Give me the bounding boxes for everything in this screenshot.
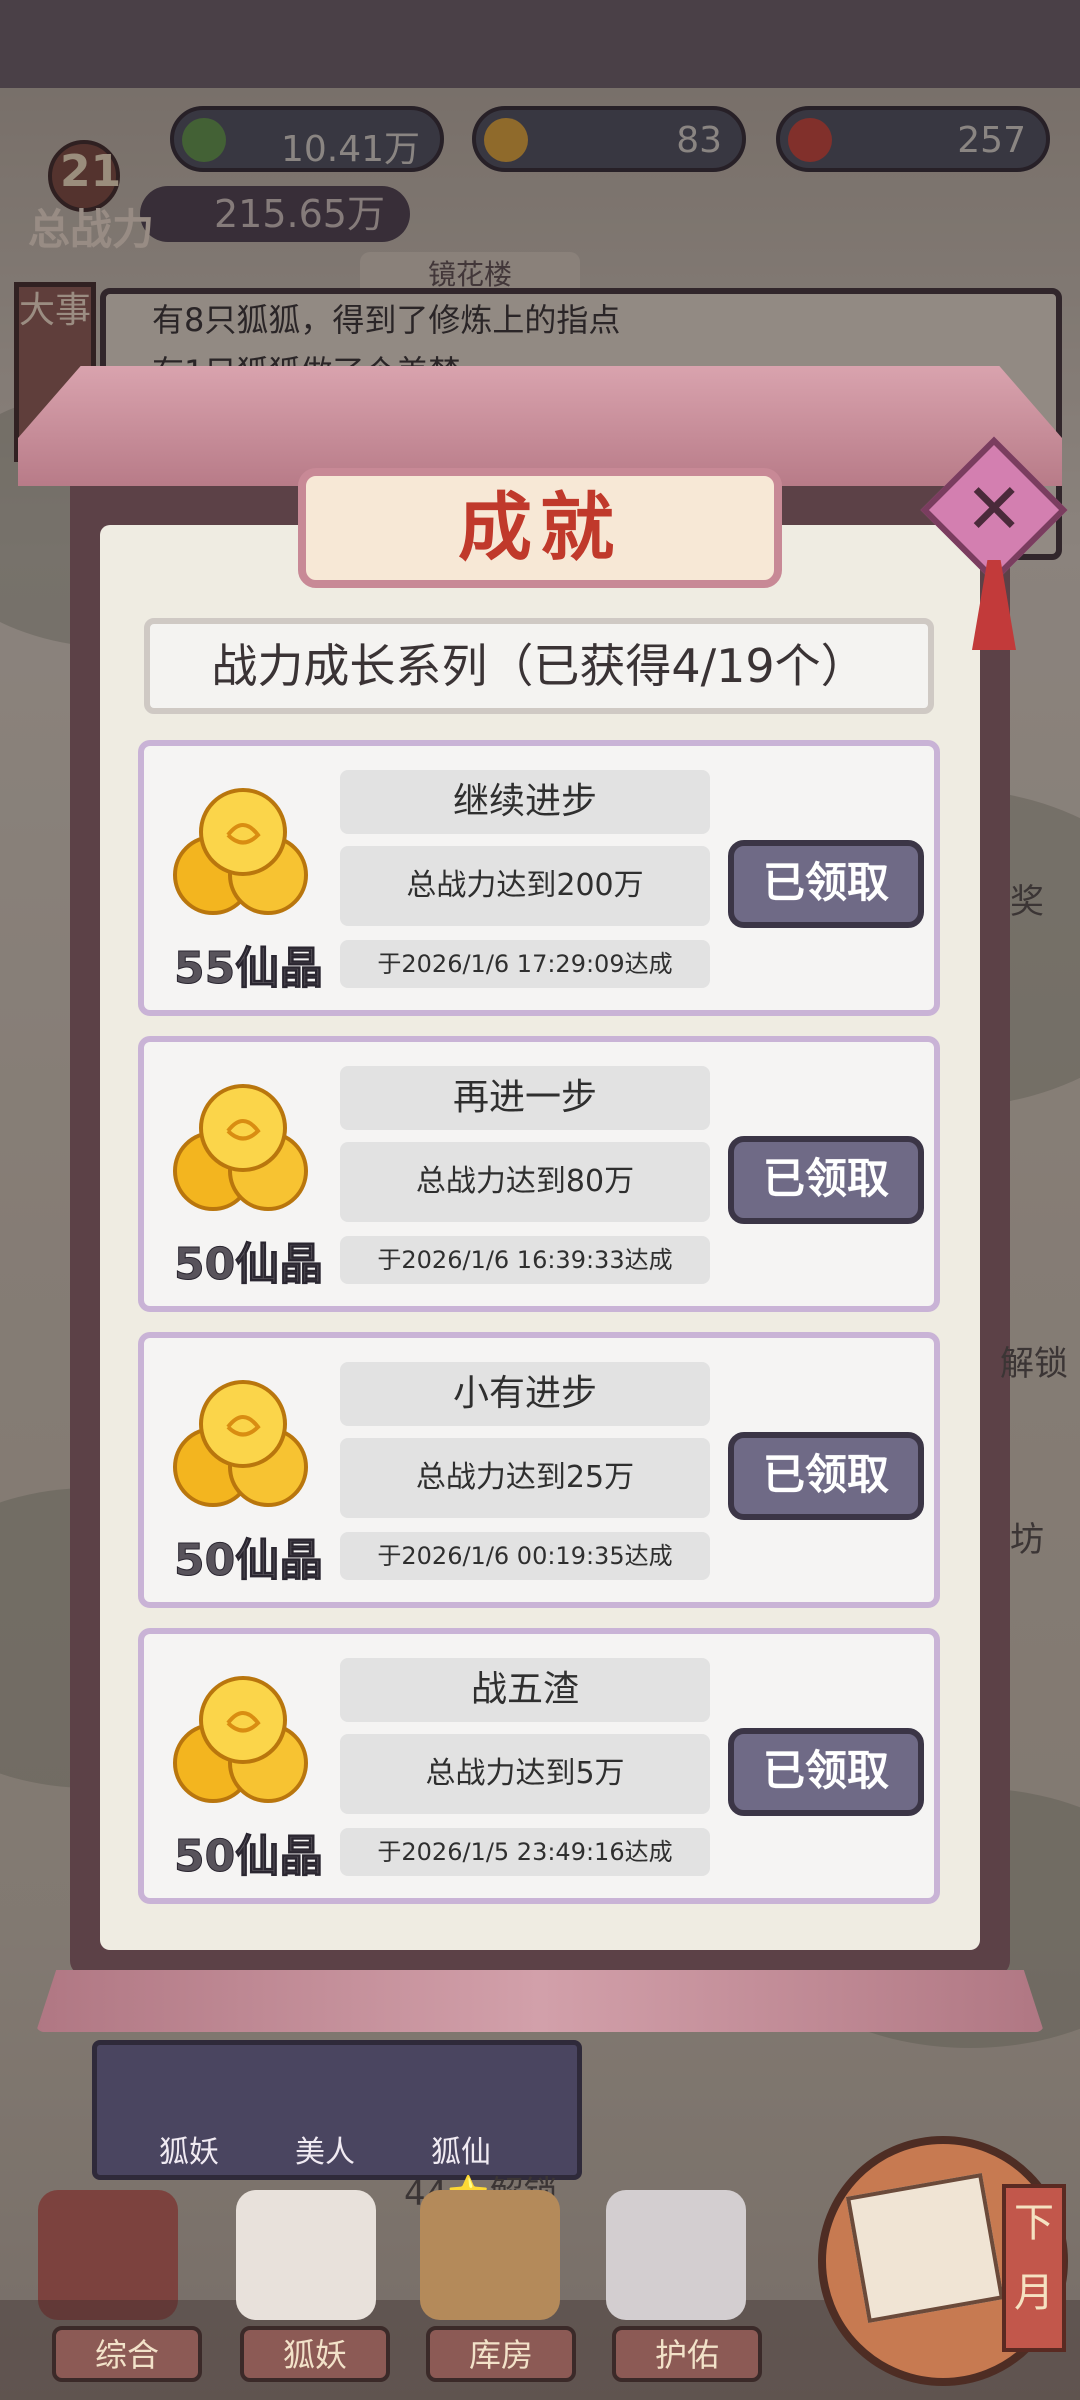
claimed-button[interactable]: 已领取	[728, 840, 924, 928]
fox-mask-icon[interactable]	[236, 2190, 376, 2320]
achievement-condition: 总战力达到25万	[340, 1438, 710, 1518]
bg-jiang-label: 奖	[1010, 882, 1044, 922]
modal-title: 成就	[458, 485, 622, 571]
nav-general[interactable]: 综合	[52, 2326, 202, 2382]
status-bar	[0, 0, 1080, 88]
achievement-name: 小有进步	[340, 1362, 710, 1426]
achievement-card: 50仙晶 再进一步 总战力达到80万 于2026/1/6 16:39:33达成 …	[138, 1036, 940, 1312]
next-month-label: 下月	[1002, 2184, 1066, 2352]
bg-unlock-label: 解锁	[1000, 1344, 1068, 1384]
category-beauty[interactable]: 美人	[295, 2127, 355, 2171]
reward-amount: 55仙晶	[173, 943, 324, 995]
nav-fox-demon[interactable]: 狐妖	[240, 2326, 390, 2382]
achievement-condition: 总战力达到80万	[340, 1142, 710, 1222]
achievement-time: 于2026/1/6 00:19:35达成	[340, 1532, 710, 1580]
modal-bottom-board	[36, 1970, 1044, 2032]
reward-amount: 50仙晶	[173, 1239, 324, 1291]
nav-protection[interactable]: 护佑	[612, 2326, 762, 2382]
achievement-condition: 总战力达到200万	[340, 846, 710, 926]
claimed-button[interactable]: 已领取	[728, 1432, 924, 1520]
achievement-condition: 总战力达到5万	[340, 1734, 710, 1814]
close-x-icon: ✕	[964, 467, 1024, 550]
series-title: 战力成长系列（已获得4/19个）	[144, 618, 934, 714]
achievement-name: 再进一步	[340, 1066, 710, 1130]
crystal-reward-icon	[173, 1676, 308, 1803]
next-month-button[interactable]: 下月	[818, 2136, 1068, 2386]
modal-title-plaque: 成就	[298, 468, 782, 588]
bg-fang-label: 坊	[1010, 1520, 1044, 1560]
reward-amount: 50仙晶	[173, 1535, 324, 1587]
category-fox-immortal[interactable]: 狐仙	[431, 2127, 491, 2171]
fox-category-bar: 狐妖 美人 狐仙	[92, 2040, 582, 2180]
crystal-reward-icon	[173, 1084, 308, 1211]
category-fox-demon[interactable]: 狐妖	[159, 2127, 219, 2171]
crystal-reward-icon	[173, 788, 308, 915]
achievement-time: 于2026/1/6 17:29:09达成	[340, 940, 710, 988]
reward-amount: 50仙晶	[173, 1831, 324, 1883]
nav-storehouse[interactable]: 库房	[426, 2326, 576, 2382]
achievement-time: 于2026/1/6 16:39:33达成	[340, 1236, 710, 1284]
crystal-reward-icon	[173, 1380, 308, 1507]
achievement-card: 50仙晶 战五渣 总战力达到5万 于2026/1/5 23:49:16达成 已领…	[138, 1628, 940, 1904]
achievement-card: 50仙晶 小有进步 总战力达到25万 于2026/1/6 00:19:35达成 …	[138, 1332, 940, 1608]
calendar-icon	[845, 2172, 1005, 2324]
achievement-name: 继续进步	[340, 770, 710, 834]
claimed-button[interactable]: 已领取	[728, 1136, 924, 1224]
storehouse-icon[interactable]	[420, 2190, 560, 2320]
achievement-name: 战五渣	[340, 1658, 710, 1722]
achievement-time: 于2026/1/5 23:49:16达成	[340, 1828, 710, 1876]
achievement-card: 55仙晶 继续进步 总战力达到200万 于2026/1/6 17:29:09达成…	[138, 740, 940, 1016]
claimed-button[interactable]: 已领取	[728, 1728, 924, 1816]
lotus-guardian-icon[interactable]	[606, 2190, 746, 2320]
